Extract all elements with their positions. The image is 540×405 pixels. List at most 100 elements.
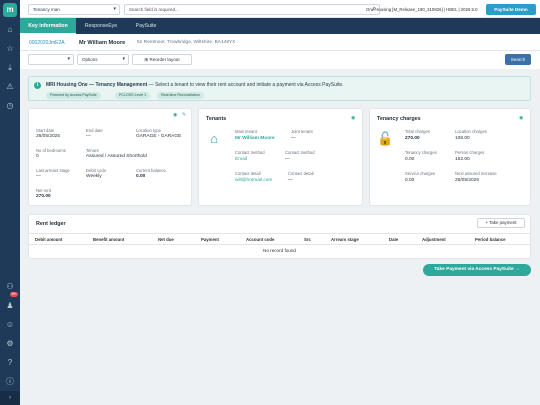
notifications-icon[interactable]: ♟ [0,296,20,315]
column-header[interactable]: Account code [246,237,274,242]
chevron-down-icon: ▾ [122,56,125,62]
start-date-label: Start date [36,128,55,133]
info-icon: i [34,82,41,89]
column-header[interactable]: Benefit amount [93,237,124,242]
clock-icon[interactable]: ◷ [0,96,20,115]
star-icon[interactable]: ☆ [0,39,20,58]
help-icon[interactable]: ? [0,353,20,372]
tenants-card: Tenants ◉ ⌂ Main tenant Mr William Moore… [198,108,363,206]
banner-pill: Powered by Access PaySuite [46,91,101,99]
support-icon[interactable]: ☺ [0,315,20,334]
edit-icon[interactable]: ✎ [182,112,186,118]
view-select[interactable]: ▾ [28,54,74,65]
tenancy-charges-card: Tenancy charges ◉ 🔓 Total charges 270.00… [369,108,531,206]
entity-select[interactable]: Tenancy man ▾ [28,4,120,15]
tab-paysuite[interactable]: PaySuite [126,18,166,34]
chevron-down-icon: ▾ [113,6,116,12]
contact-detail-label: Contact detail [235,171,261,176]
ledger-table-header: Debit amount Benefit amount Net due Paym… [29,233,530,245]
end-date-label: End date [86,128,103,133]
take-payment-button[interactable]: + Take payment [477,218,525,228]
banner-pill: Real-time Reconciliation [157,91,204,99]
person-charges-label: Person charges [455,150,485,155]
end-date-value: — [86,134,91,139]
column-header[interactable]: Debit amount [35,237,62,242]
home-icon: ⌂ [210,131,218,146]
debit-cycle-value: Weekly [86,174,102,179]
banner-pill: PCI-DSS Level 1 [115,91,151,99]
contact-detail-link[interactable]: will@hotmail.com [235,178,272,183]
collapse-arrow-icon[interactable]: › [0,391,20,405]
tenancy-charges-label: Tenancy charges [405,150,437,155]
service-charges-value: 0.00 [405,178,415,183]
banner-title: MRI Housing One — Tenancy Management [46,82,148,88]
top-bar: Tenancy man ▾ Search field is required..… [20,0,540,18]
main-tenant-link[interactable]: Mr William Moore [235,136,275,141]
reorder-layout-label: Reorder layout [149,57,180,62]
tenancy-details-card: ◉ ✎ Start date 26/05/2025 End date — Loc… [28,108,192,206]
info-banner: i MRI Housing One — Tenancy Management —… [28,76,531,101]
joint-tenant-label: Joint tenant [291,129,313,134]
next-increase-label: Next assured increase [455,171,497,176]
record-name: Mr William Moore [79,39,126,46]
record-id[interactable]: 0002020JmE2A [29,40,65,46]
column-header[interactable]: Net due [158,237,174,242]
eye-icon[interactable]: ◉ [173,112,177,118]
settings-icon[interactable]: ⚙ [0,334,20,353]
bedrooms-value: 0 [36,154,39,159]
tenancy-charges-value: 0.00 [405,157,415,162]
options-label: Options [82,57,98,62]
location-type-label: Location type [136,128,161,133]
notification-badge: 99+ [10,292,19,297]
contact-method-label: Contact method [235,150,265,155]
tenure-value: Assured / Assured Shorthold [86,154,147,159]
next-increase-value: 26/05/2026 [455,178,480,183]
column-header[interactable]: Arrears stage [331,237,359,242]
warning-icon[interactable]: ⚠ [0,77,20,96]
record-header: 0002020JmE2A Mr William Moore 51 Rentmoo… [20,34,540,51]
tenure-label: Tenure [86,148,99,153]
arrears-stage-value: — [36,174,41,179]
empty-state: No record found [263,248,296,253]
home-icon[interactable]: ⌂ [0,20,20,39]
rent-ledger: Rent ledger + Take payment Debit amount … [28,214,531,259]
contact-method-value: Email [235,157,247,162]
column-header[interactable]: Src [304,237,311,242]
reorder-layout-button[interactable]: ⊞ Reorder layout [132,54,192,65]
start-date-value: 26/05/2025 [36,134,61,139]
toolbar: ▾ Options ▾ ⊞ Reorder layout Search [20,51,540,69]
app-logo[interactable]: m [3,3,17,17]
eye-icon[interactable]: ◉ [351,115,355,121]
sidebar: m ⌂ ☆ ⤓ ⚠ ◷ ⚇ ♟ ☺ ⚙ ? ⓘ ✲ 99+ › [0,0,20,405]
download-icon[interactable]: ⤓ [0,58,20,77]
rent-ledger-title: Rent ledger [36,221,66,227]
location-charges-value: 108.00 [455,136,470,141]
banner-description: — Select a tenant to view their rent acc… [147,82,344,88]
tab-key-information[interactable]: Key information [20,18,76,34]
paysuite-demo-button[interactable]: PaySuite Demo [486,3,536,15]
eye-icon[interactable]: ◉ [519,115,523,121]
total-charges-label: Total charges [405,129,430,134]
options-select[interactable]: Options ▾ [77,54,129,65]
search-button[interactable]: Search [505,54,531,65]
net-rent-value: 270.00 [36,194,51,199]
search-input[interactable]: Search field is required... ⌕ [124,4,380,15]
column-header[interactable]: Period balance [475,237,506,242]
charges-title: Tenancy charges [377,116,421,122]
tenants-title: Tenants [206,116,227,122]
bedrooms-label: No of bedrooms [36,148,66,153]
column-header[interactable]: Adjustment [422,237,446,242]
info-icon[interactable]: ⓘ [0,372,20,391]
joint-tenant-value: — [291,136,296,141]
column-header[interactable]: Payment [201,237,219,242]
search-placeholder: Search field is required... [129,7,179,12]
column-header[interactable]: Date [389,237,398,242]
net-rent-label: Net rent [36,188,51,193]
debit-cycle-label: Debit cycle [86,168,107,173]
contact-method2-label: Contact method [285,150,315,155]
current-balance-value: 0.00 [136,174,146,179]
take-payment-paysuite-button[interactable]: Take Payment via Access PaySuite → [423,264,531,276]
tab-responseeye[interactable]: ResponseEye [76,18,126,34]
contact-detail2-label: Contact detail [288,171,314,176]
chevron-down-icon: ▾ [67,56,70,62]
